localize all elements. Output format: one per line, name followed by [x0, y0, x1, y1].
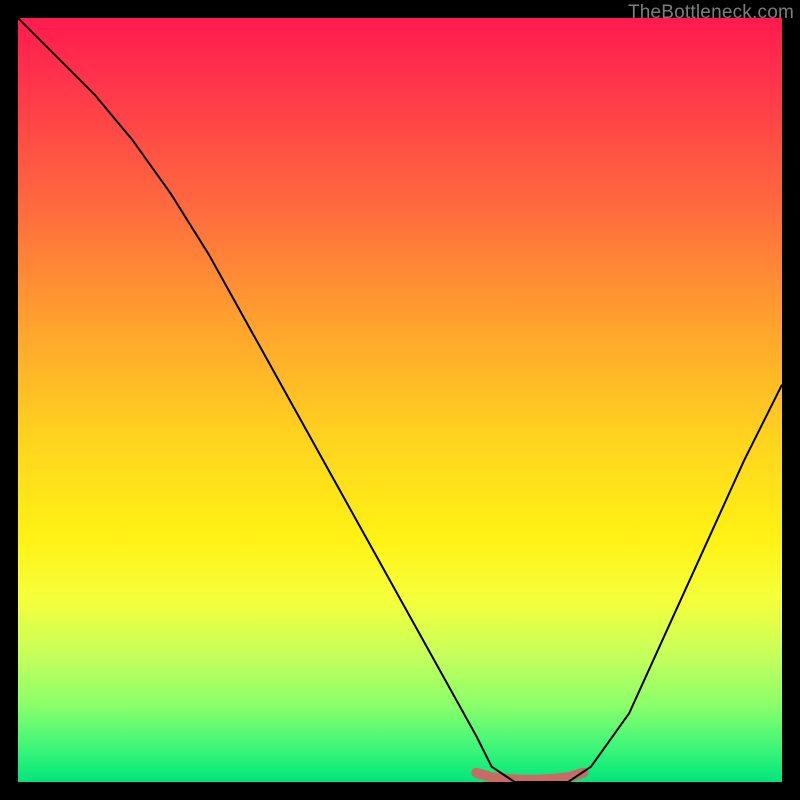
plot-area — [18, 18, 782, 782]
chart-frame: TheBottleneck.com — [0, 0, 800, 800]
bottleneck-curve-path — [18, 18, 782, 782]
floor-marker-path — [476, 773, 583, 780]
chart-svg — [18, 18, 782, 782]
